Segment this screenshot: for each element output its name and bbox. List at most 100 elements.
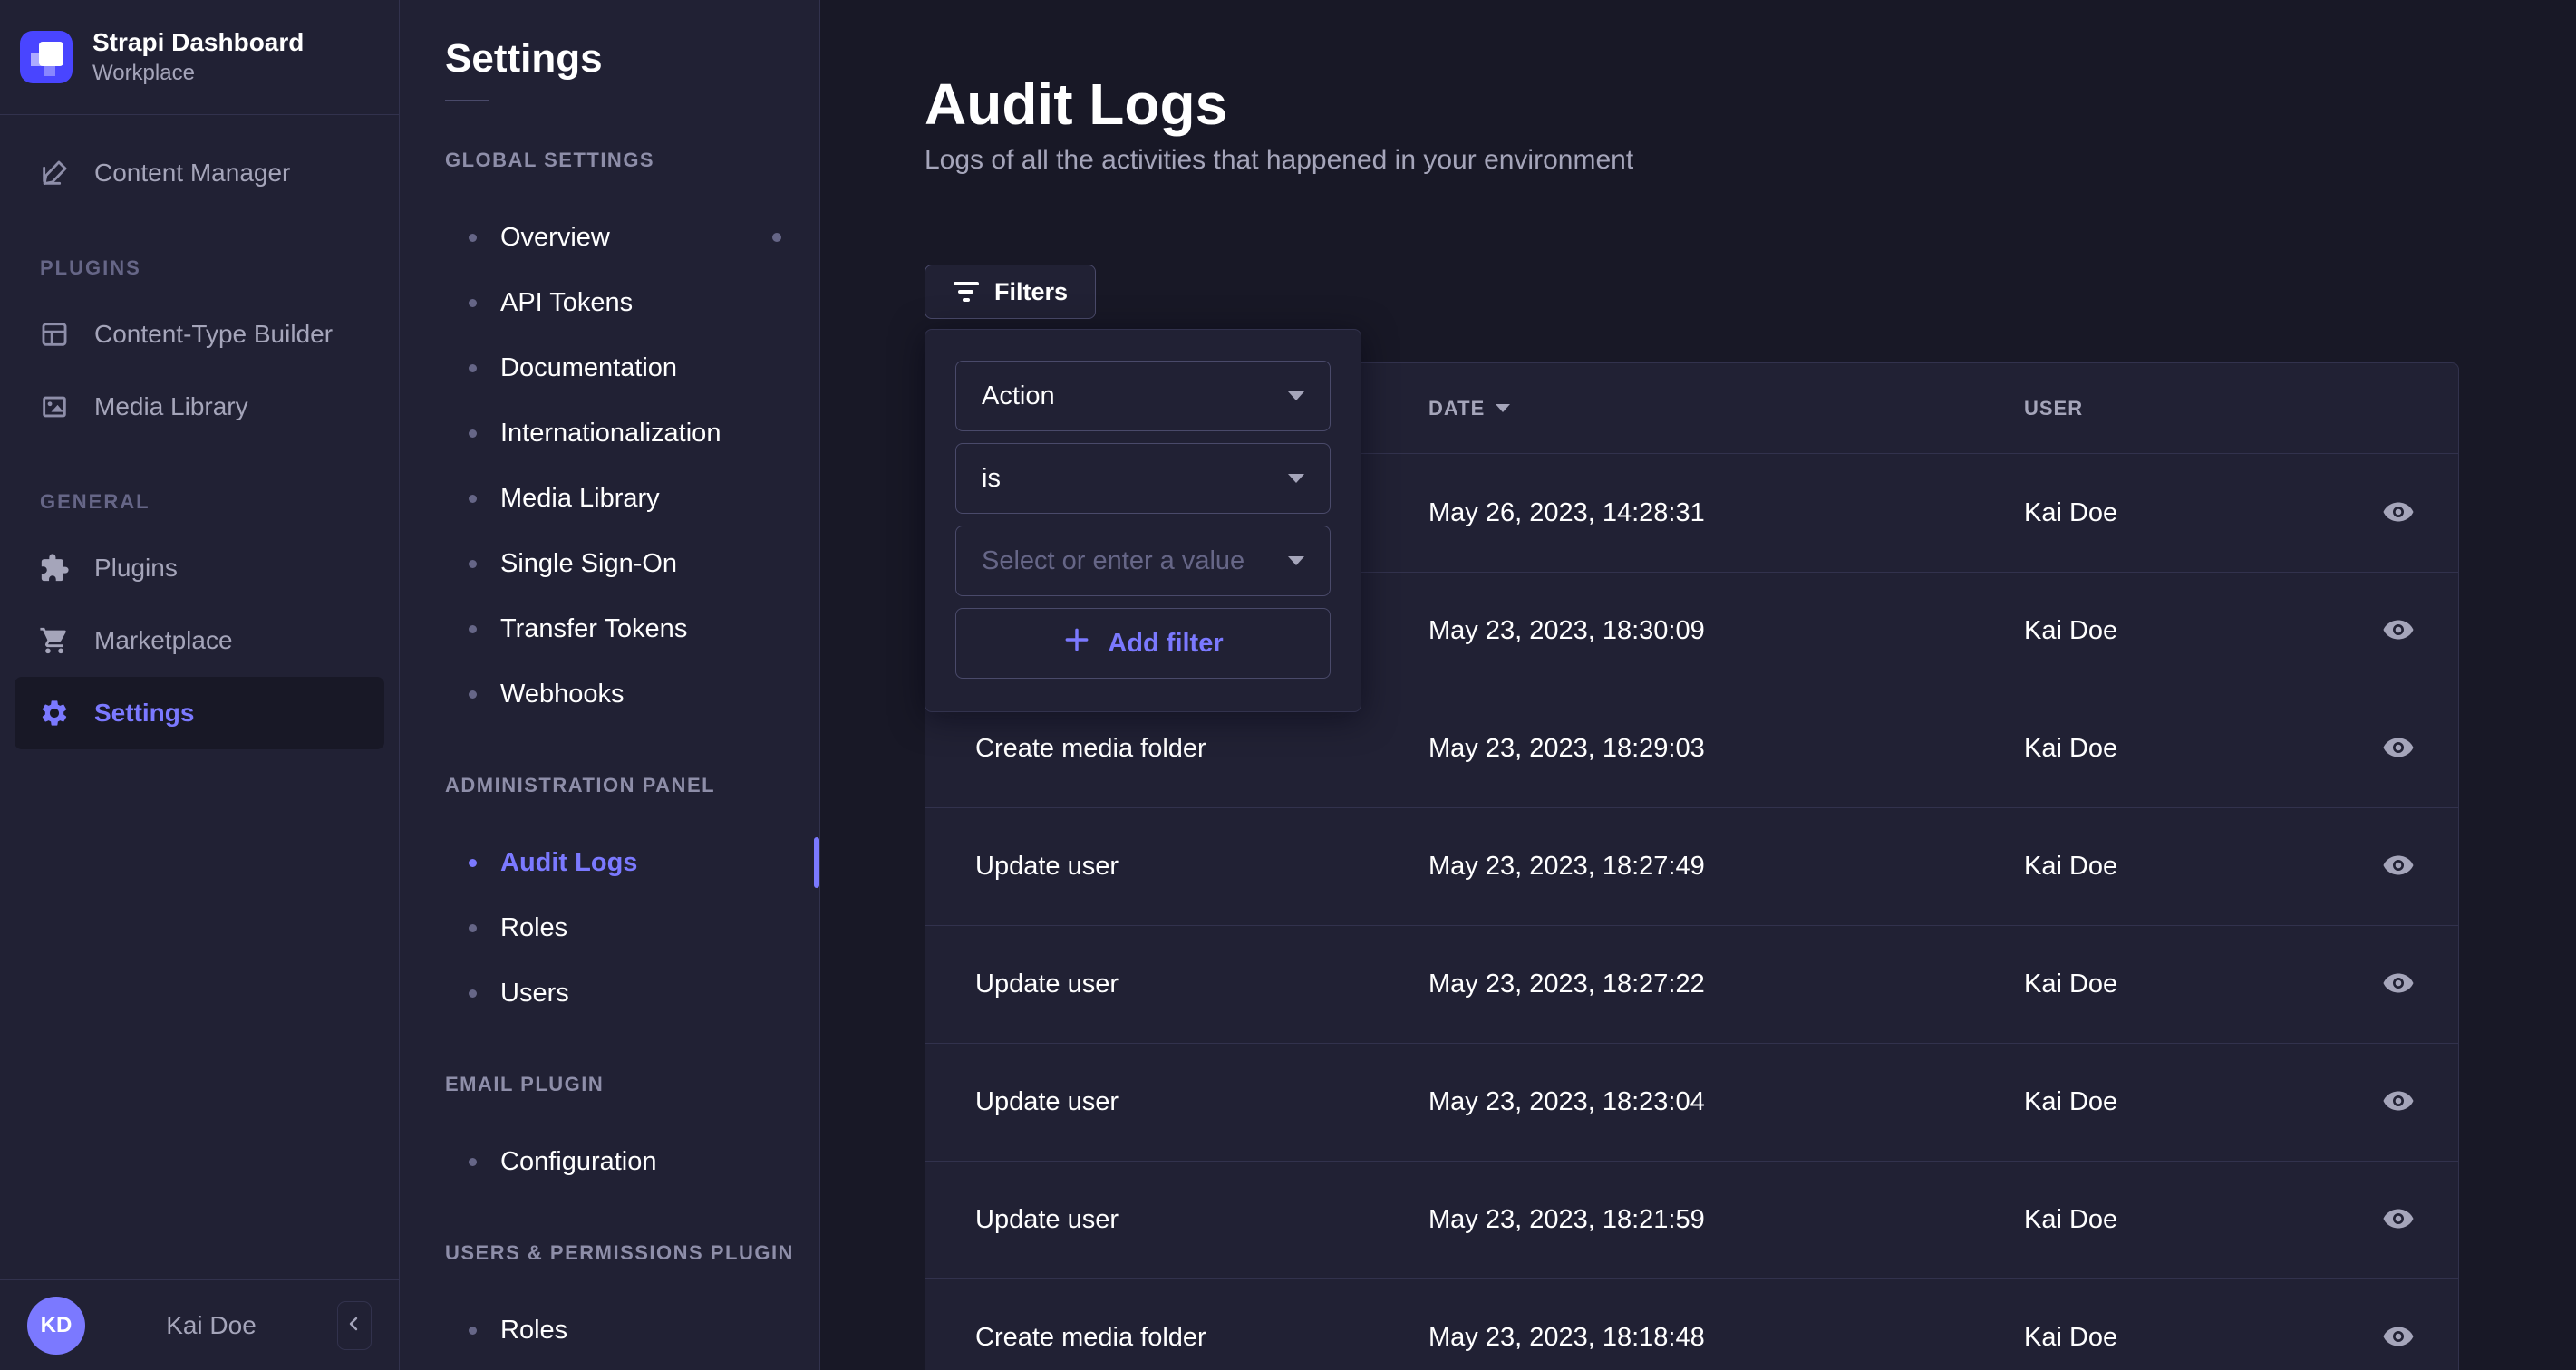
subnav-item-label: Configuration — [500, 1146, 657, 1176]
eye-icon — [2382, 1202, 2415, 1238]
sidebar-item-label: Plugins — [94, 554, 178, 582]
eye-icon — [2382, 613, 2415, 649]
subnav-item-media-library[interactable]: Media Library — [400, 466, 819, 531]
column-header-date-label: DATE — [1428, 396, 1486, 420]
subnav-item-up-roles[interactable]: Roles — [400, 1298, 819, 1363]
sidebar-item-content-type-builder[interactable]: Content-Type Builder — [0, 298, 399, 371]
subnav-divider — [445, 100, 489, 101]
sidebar-item-content-manager[interactable]: Content Manager — [0, 137, 399, 209]
subnav-item-label: Audit Logs — [500, 847, 638, 877]
bullet-dot — [469, 989, 477, 998]
cell-action: Update user — [975, 1205, 1119, 1234]
sidebar-item-plugins[interactable]: Plugins — [0, 532, 399, 604]
bullet-dot — [469, 363, 477, 372]
view-details-button[interactable] — [2371, 722, 2426, 777]
subnav-item-audit-logs[interactable]: Audit Logs — [400, 830, 819, 895]
cell-user: Kai Doe — [2024, 852, 2118, 881]
subnav-item-label: Documentation — [500, 352, 678, 382]
bullet-dot — [469, 233, 477, 242]
cell-date: May 23, 2023, 18:23:04 — [1428, 1087, 1705, 1116]
subnav-item-single-sign-on[interactable]: Single Sign-On — [400, 531, 819, 596]
cart-icon — [38, 624, 71, 657]
eye-icon — [2382, 1085, 2415, 1120]
filters-button-label: Filters — [993, 277, 1069, 305]
view-details-button[interactable] — [2371, 1193, 2426, 1248]
subnav-item-providers[interactable]: Providers — [400, 1363, 819, 1370]
cell-action: Create media folder — [975, 734, 1206, 763]
sidebar-item-media-library[interactable]: Media Library — [0, 371, 399, 443]
view-details-button[interactable] — [2371, 604, 2426, 659]
subnav-item-internationalization[interactable]: Internationalization — [400, 400, 819, 466]
column-header-user-label: USER — [2024, 396, 2084, 420]
cell-action: Update user — [975, 852, 1119, 881]
page-subtitle: Logs of all the activities that happened… — [925, 145, 1634, 175]
subnav-item-admin-roles[interactable]: Roles — [400, 895, 819, 960]
chevron-down-icon — [1288, 391, 1304, 400]
bullet-dot — [469, 494, 477, 503]
subnav-item-label: Internationalization — [500, 418, 721, 448]
workspace-name: Workplace — [92, 61, 195, 85]
image-icon — [38, 391, 71, 423]
strapi-dashboard: Strapi Dashboard Workplace Content Manag… — [0, 0, 2576, 1370]
subnav-item-webhooks[interactable]: Webhooks — [400, 661, 819, 727]
table-row[interactable]: Update user May 23, 2023, 18:27:22 Kai D… — [925, 925, 2458, 1043]
subnav-item-api-tokens[interactable]: API Tokens — [400, 270, 819, 335]
filter-operator-select[interactable]: is — [955, 443, 1331, 514]
sidebar-item-label: Media Library — [94, 392, 248, 420]
view-details-button[interactable] — [2371, 1311, 2426, 1365]
sidebar-section-plugins: PLUGINS — [40, 256, 141, 279]
bullet-dot — [469, 298, 477, 307]
subnav-item-transfer-tokens[interactable]: Transfer Tokens — [400, 596, 819, 661]
subnav-section-users-permissions-plugin: USERS & PERMISSIONS PLUGIN — [445, 1241, 794, 1264]
workspace-switcher[interactable]: Strapi Dashboard Workplace — [0, 0, 399, 115]
filter-field-select[interactable]: Action — [955, 361, 1331, 431]
table-row[interactable]: Update user May 23, 2023, 18:23:04 Kai D… — [925, 1043, 2458, 1161]
subnav-item-users[interactable]: Users — [400, 960, 819, 1026]
table-row[interactable]: Update user May 23, 2023, 18:21:59 Kai D… — [925, 1161, 2458, 1278]
bullet-dot — [469, 559, 477, 568]
subnav-item-configuration[interactable]: Configuration — [400, 1129, 819, 1194]
subnav-item-documentation[interactable]: Documentation — [400, 335, 819, 400]
sidebar-item-label: Content Manager — [94, 159, 291, 187]
column-header-date[interactable]: DATE — [1428, 397, 2024, 420]
table-row[interactable]: Create media folder May 23, 2023, 18:18:… — [925, 1278, 2458, 1370]
subnav-section-administration-panel: ADMINISTRATION PANEL — [445, 774, 716, 796]
cell-user: Kai Doe — [2024, 497, 2118, 527]
subnav-item-label: Overview — [500, 222, 610, 252]
cell-date: May 23, 2023, 18:30:09 — [1428, 616, 1705, 645]
strapi-logo-icon — [20, 31, 73, 83]
view-details-button[interactable] — [2371, 840, 2426, 894]
subnav-item-label: Single Sign-On — [500, 548, 678, 578]
settings-subnav: Settings GLOBAL SETTINGS Overview API To… — [400, 0, 820, 1370]
subnav-item-label: Roles — [500, 1315, 568, 1345]
subnav-item-label: Roles — [500, 912, 568, 942]
cell-date: May 23, 2023, 18:21:59 — [1428, 1205, 1705, 1234]
main-sidebar: Strapi Dashboard Workplace Content Manag… — [0, 0, 400, 1370]
filters-button[interactable]: Filters — [925, 265, 1096, 319]
feather-pen-icon — [38, 157, 71, 189]
view-details-button[interactable] — [2371, 958, 2426, 1012]
add-filter-button[interactable]: Add filter — [955, 608, 1331, 679]
chevron-down-icon — [1288, 474, 1304, 483]
bullet-dot — [469, 429, 477, 438]
sidebar-item-label: Content-Type Builder — [94, 320, 334, 348]
view-details-button[interactable] — [2371, 486, 2426, 540]
table-row[interactable]: Update user May 23, 2023, 18:27:49 Kai D… — [925, 807, 2458, 925]
subnav-item-label: Media Library — [500, 483, 660, 513]
collapse-sidebar-button[interactable] — [337, 1300, 372, 1350]
app-title: Strapi Dashboard — [92, 28, 305, 56]
subnav-item-overview[interactable]: Overview — [400, 205, 819, 270]
sidebar-item-marketplace[interactable]: Marketplace — [0, 604, 399, 677]
subnav-section-email-plugin: EMAIL PLUGIN — [445, 1073, 605, 1095]
filter-value-select[interactable]: Select or enter a value — [955, 526, 1331, 596]
subnav-title: Settings — [445, 36, 603, 81]
cell-date: May 23, 2023, 18:18:48 — [1428, 1323, 1705, 1352]
view-details-button[interactable] — [2371, 1076, 2426, 1130]
add-filter-label: Add filter — [1108, 628, 1224, 658]
active-indicator-bar — [814, 837, 819, 888]
layout-icon — [38, 318, 71, 351]
sidebar-item-settings[interactable]: Settings — [15, 677, 384, 749]
sort-descending-icon — [1496, 404, 1511, 412]
eye-icon — [2382, 967, 2415, 1002]
chevron-left-icon — [344, 1313, 365, 1337]
